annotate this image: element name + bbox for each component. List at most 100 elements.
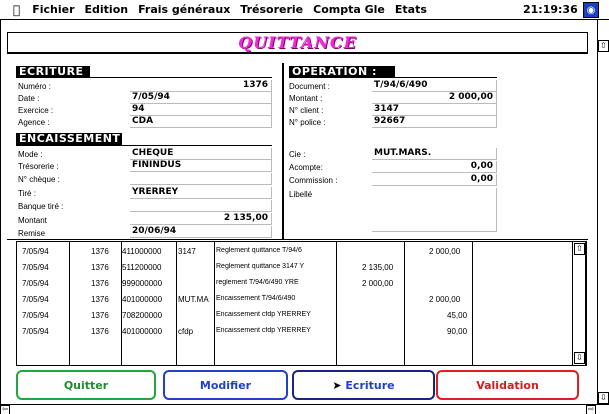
table-row[interactable]: 7/05/94 1376 411000000 3147 Reglement qu… (17, 244, 572, 260)
field-label-document: Document : (289, 82, 330, 91)
field-remise[interactable]: 20/06/94 (130, 226, 272, 238)
field-tire[interactable]: YRERREY (130, 187, 272, 199)
field-cie[interactable]: MUT.MARS. (372, 148, 497, 160)
encaissement-rule (16, 145, 272, 146)
cell-num: 1376 (91, 279, 109, 288)
table-row[interactable]: 7/05/94 1376 708200000 Encaissement cfdp… (17, 308, 572, 324)
cell-date: 7/05/94 (22, 327, 49, 336)
cell-credit: 45,00 (447, 311, 468, 320)
application-menu-icon[interactable]: ◉ (583, 2, 599, 18)
ecriture-rule (16, 77, 272, 78)
table-row[interactable]: 7/05/94 1376 511200000 Reglement quittan… (17, 260, 572, 276)
field-libelle[interactable] (372, 188, 497, 232)
field-mode[interactable]: CHEQUE (130, 148, 272, 160)
cell-num: 1376 (91, 247, 109, 256)
cell-ref: MUT.MA (178, 295, 209, 304)
field-document[interactable]: T/94/6/490 (372, 80, 497, 92)
cell-credit: 2 000,00 (429, 295, 461, 304)
field-banque-tire[interactable] (130, 200, 272, 212)
field-label-tire: Tiré : (18, 189, 36, 198)
field-agence[interactable]: CDA (130, 116, 272, 128)
window-scroll-right-icon[interactable]: ⇨ (586, 405, 596, 414)
cell-libelle: Encaissement cfdp YRERREY (216, 327, 311, 334)
cell-libelle: reglement T/94/6/490 YRE (216, 279, 299, 286)
apple-menu-icon[interactable]:  (13, 3, 20, 17)
field-no-client[interactable]: 3147 (372, 104, 497, 116)
field-label-mode: Mode : (18, 150, 43, 159)
field-label-remise: Remise (18, 229, 46, 238)
field-no-police[interactable]: 92667 (372, 116, 497, 128)
menu-compta-gle[interactable]: Compta Gle (313, 3, 385, 16)
field-date[interactable]: 7/05/94 (130, 92, 272, 104)
cell-compte: 708200000 (122, 311, 163, 320)
cell-date: 7/05/94 (22, 263, 49, 272)
scroll-down-arrow-icon[interactable]: ⇩ (574, 352, 585, 364)
field-numero[interactable]: 1376 (130, 80, 272, 92)
field-acompte[interactable]: 0,00 (372, 161, 497, 173)
field-label-exercice: Exercice : (18, 106, 54, 115)
operation-rule (289, 77, 497, 78)
cell-compte: 411000000 (122, 247, 162, 256)
cell-num: 1376 (91, 311, 109, 320)
cell-libelle: Encaissement T/94/6/490 (216, 295, 296, 302)
menu-edition[interactable]: Edition (85, 3, 129, 16)
cell-compte: 511200000 (122, 263, 162, 272)
cell-date: 7/05/94 (22, 295, 49, 304)
window-scroll-down-icon[interactable]: ⇩ (598, 392, 609, 404)
form-title: QUITTANCE (238, 33, 357, 52)
validation-button[interactable]: Validation (436, 370, 579, 400)
ecriture-button[interactable]: ➤ Ecriture (292, 370, 435, 400)
cell-compte: 401000000 (122, 295, 163, 304)
cell-credit: 90,00 (447, 327, 468, 336)
field-label-tresorerie: Trésorerie : (18, 162, 59, 171)
journal-entries-list[interactable]: 7/05/94 1376 411000000 3147 Reglement qu… (16, 241, 587, 366)
menubar-clock: 21:19:36 (523, 3, 578, 16)
window-scroll-up-icon[interactable]: ⇧ (598, 40, 609, 52)
window-scroll-left-icon[interactable]: ⇦ (0, 405, 10, 414)
ecriture-button-label: Ecriture (345, 379, 395, 392)
table-row[interactable]: 7/05/94 1376 999000000 reglement T/94/6/… (17, 276, 572, 292)
field-op-montant[interactable]: 2 000,00 (372, 92, 497, 104)
field-label-op-montant: Montant : (289, 94, 323, 103)
list-scrollbar[interactable]: ⇧ ⇩ (572, 241, 586, 366)
modifier-button[interactable]: Modifier (163, 370, 288, 400)
window-scrollbar-vertical[interactable]: ⇧ ⇩ (597, 20, 609, 404)
menu-etats[interactable]: Etats (395, 3, 427, 16)
cell-num: 1376 (91, 327, 109, 336)
field-label-commission: Commission : (289, 176, 338, 185)
field-tresorerie[interactable]: FININDUS (130, 160, 272, 172)
menu-fichier[interactable]: Fichier (32, 3, 74, 16)
cell-ref: cfdp (178, 327, 194, 336)
column-divider (282, 63, 284, 240)
field-exercice[interactable]: 94 (130, 104, 272, 116)
menu-tresorerie[interactable]: Trésorerie (240, 3, 303, 16)
table-row[interactable]: 7/05/94 1376 401000000 cfdp Encaissement… (17, 324, 572, 340)
cell-debit: 2 135,00 (362, 263, 394, 272)
field-montant[interactable]: 2 135,00 (130, 213, 272, 225)
menu-frais-generaux[interactable]: Frais généraux (138, 3, 230, 16)
cell-libelle: Reglement quittance T/94/6 (216, 247, 302, 254)
list-top-rule (7, 239, 588, 240)
field-label-numero: Numéro : (18, 82, 51, 91)
cell-date: 7/05/94 (22, 279, 49, 288)
window-scrollbar-horizontal[interactable]: ⇦ ⇨ (0, 404, 609, 414)
field-commission[interactable]: 0,00 (372, 174, 497, 186)
cell-compte: 401000000 (122, 327, 163, 336)
cell-compte: 999000000 (122, 279, 163, 288)
cell-ref: 3147 (178, 247, 196, 256)
field-label-libelle: Libellé (289, 190, 313, 199)
cursor-arrow-icon: ➤ (332, 379, 342, 392)
form-title-box: QUITTANCE (7, 32, 588, 54)
field-label-cie: Cie : (289, 150, 306, 159)
cell-credit: 2 000,00 (429, 247, 461, 256)
field-no-cheque[interactable] (130, 173, 272, 185)
section-header-encaissement: ENCAISSEMENT : (16, 133, 122, 157)
field-label-no-client: N° client : (289, 106, 324, 115)
cell-debit: 2 000,00 (362, 279, 394, 288)
cell-num: 1376 (91, 295, 109, 304)
cell-libelle: Reglement quittance 3147 Y (216, 263, 305, 270)
menu-bar:  Fichier Edition Frais généraux Trésore… (0, 0, 609, 20)
quitter-button[interactable]: Quitter (16, 370, 156, 400)
scroll-up-arrow-icon[interactable]: ⇧ (574, 243, 585, 255)
table-row[interactable]: 7/05/94 1376 401000000 MUT.MA Encaisseme… (17, 292, 572, 308)
